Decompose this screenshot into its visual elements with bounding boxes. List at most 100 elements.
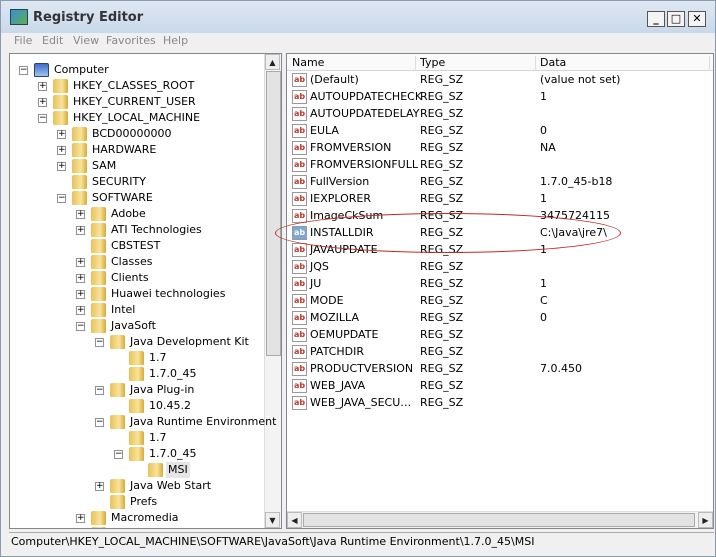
menu-edit[interactable]: Edit — [42, 34, 63, 47]
tree-item[interactable]: + HKEY_CURRENT_USER — [10, 94, 265, 110]
tree-item[interactable]: Prefs — [10, 494, 265, 510]
expand-icon[interactable]: + — [76, 226, 85, 235]
key-tree[interactable]: ▲ ▼ − Computer + HKEY_CLASSES_ROOT + HKEY_CUR… — [9, 53, 282, 529]
column-data[interactable]: Data — [540, 56, 710, 71]
value-row[interactable]: ab WEB_JAVA_SECU… REG_SZ — [287, 394, 713, 411]
values-list[interactable]: Name Type Data ◀ ▶ ab (Default) REG_SZ (… — [286, 53, 714, 529]
value-type: REG_SZ — [420, 379, 464, 392]
tree-item[interactable]: + HKEY_CLASSES_ROOT — [10, 78, 265, 94]
scrollbar-thumb[interactable] — [266, 71, 281, 356]
tree-item-label: 1.7 — [149, 351, 167, 364]
value-row[interactable]: ab AUTOUPDATECHECK REG_SZ 1 — [287, 88, 713, 105]
scroll-up-arrow-icon[interactable]: ▲ — [265, 54, 280, 70]
minimize-button[interactable]: _ — [647, 11, 665, 27]
list-horizontal-scrollbar[interactable]: ◀ ▶ — [287, 511, 713, 528]
tree-item[interactable]: − Java Runtime Environment — [10, 414, 276, 430]
tree-item[interactable]: − Java Development Kit — [10, 334, 265, 350]
value-row[interactable]: ab PATCHDIR REG_SZ — [287, 343, 713, 360]
tree-item[interactable]: + BCD00000000 — [10, 126, 265, 142]
value-row[interactable]: ab OEMUPDATE REG_SZ — [287, 326, 713, 343]
value-row[interactable]: ab JQS REG_SZ — [287, 258, 713, 275]
value-type: REG_SZ — [420, 294, 464, 307]
folder-icon — [110, 383, 125, 397]
collapse-icon[interactable]: − — [95, 386, 104, 395]
expand-icon[interactable]: + — [76, 274, 85, 283]
collapse-icon[interactable]: − — [76, 322, 85, 331]
tree-item[interactable]: − Computer — [10, 62, 265, 78]
maximize-button[interactable]: □ — [667, 11, 685, 27]
tree-item[interactable]: CBSTEST — [10, 238, 265, 254]
tree-item-label: Java Runtime Environment — [130, 415, 277, 428]
collapse-icon[interactable]: − — [95, 418, 104, 427]
collapse-icon[interactable]: − — [95, 338, 104, 347]
tree-item[interactable]: − 1.7.0_45 — [10, 446, 265, 462]
tree-item[interactable]: − JavaSoft — [10, 318, 265, 334]
tree-item[interactable]: 1.7 — [10, 430, 265, 446]
tree-item[interactable]: + SAM — [10, 158, 265, 174]
expand-icon[interactable]: + — [76, 258, 85, 267]
expand-icon[interactable]: + — [57, 146, 66, 155]
value-row[interactable]: ab FROMVERSION REG_SZ NA — [287, 139, 713, 156]
expand-icon[interactable]: + — [38, 82, 47, 91]
value-row[interactable]: ab EULA REG_SZ 0 — [287, 122, 713, 139]
close-button[interactable]: ✕ — [688, 11, 706, 27]
expand-icon[interactable]: + — [76, 290, 85, 299]
tree-item[interactable]: − HKEY_LOCAL_MACHINE — [10, 110, 265, 126]
collapse-icon[interactable]: − — [114, 450, 123, 459]
tree-item[interactable]: +Microsoft — [10, 526, 265, 528]
value-row[interactable]: ab IEXPLORER REG_SZ 1 — [287, 190, 713, 207]
tree-item[interactable]: SECURITY — [10, 174, 265, 190]
column-name[interactable]: Name — [292, 56, 416, 71]
expand-icon[interactable]: + — [95, 482, 104, 491]
expand-icon[interactable]: + — [76, 514, 85, 523]
tree-item[interactable]: + ATI Technologies — [10, 222, 265, 238]
value-row[interactable]: ab FROMVERSIONFULL REG_SZ — [287, 156, 713, 173]
menu-help[interactable]: Help — [163, 34, 188, 47]
tree-item[interactable]: + Intel — [10, 302, 265, 318]
value-row[interactable]: ab FullVersion REG_SZ 1.7.0_45-b18 — [287, 173, 713, 190]
scroll-left-arrow-icon[interactable]: ◀ — [287, 512, 302, 528]
tree-item[interactable]: 1.7 — [10, 350, 265, 366]
value-row[interactable]: ab JU REG_SZ 1 — [287, 275, 713, 292]
tree-item[interactable]: + Adobe — [10, 206, 265, 222]
tree-item[interactable]: + Macromedia — [10, 510, 265, 526]
menu-view[interactable]: View — [73, 34, 99, 47]
tree-item[interactable]: − SOFTWARE — [10, 190, 265, 206]
value-name: FROMVERSIONFULL — [310, 158, 418, 171]
collapse-icon[interactable]: − — [19, 66, 28, 75]
tree-item[interactable]: + HARDWARE — [10, 142, 265, 158]
tree-item-label: ATI Technologies — [111, 223, 202, 236]
expand-icon[interactable]: + — [57, 130, 66, 139]
collapse-icon[interactable]: − — [57, 194, 66, 203]
value-type: REG_SZ — [420, 311, 464, 324]
menu-file[interactable]: File — [14, 34, 32, 47]
expand-icon[interactable]: + — [76, 210, 85, 219]
value-row[interactable]: ab MODE REG_SZ C — [287, 292, 713, 309]
expand-icon[interactable]: + — [76, 306, 85, 315]
value-type: REG_SZ — [420, 362, 464, 375]
expand-icon[interactable]: + — [57, 162, 66, 171]
tree-item[interactable]: − Java Plug-in — [10, 382, 265, 398]
menu-favorites[interactable]: Favorites — [106, 34, 156, 47]
tree-item[interactable]: + Clients — [10, 270, 265, 286]
expand-icon[interactable]: + — [38, 98, 47, 107]
h-scrollbar-thumb[interactable] — [303, 513, 695, 527]
tree-item[interactable]: 10.45.2 — [10, 398, 265, 414]
value-name: OEMUPDATE — [310, 328, 379, 341]
scroll-down-arrow-icon[interactable]: ▼ — [265, 512, 280, 528]
folder-icon — [91, 287, 106, 301]
tree-item[interactable]: + Classes — [10, 254, 265, 270]
tree-vertical-scrollbar[interactable]: ▲ ▼ — [264, 54, 281, 528]
value-row[interactable]: ab AUTOUPDATEDELAY REG_SZ — [287, 105, 713, 122]
tree-item[interactable]: MSI — [10, 462, 265, 478]
value-row[interactable]: ab PRODUCTVERSION REG_SZ 7.0.450 — [287, 360, 713, 377]
collapse-icon[interactable]: − — [38, 114, 47, 123]
tree-item[interactable]: + Java Web Start — [10, 478, 265, 494]
tree-item[interactable]: + Huawei technologies — [10, 286, 265, 302]
value-row[interactable]: ab WEB_JAVA REG_SZ — [287, 377, 713, 394]
value-row[interactable]: ab (Default) REG_SZ (value not set) — [287, 71, 713, 88]
tree-item[interactable]: 1.7.0_45 — [10, 366, 265, 382]
value-row[interactable]: ab MOZILLA REG_SZ 0 — [287, 309, 713, 326]
scroll-right-arrow-icon[interactable]: ▶ — [698, 512, 713, 528]
column-type[interactable]: Type — [420, 56, 536, 71]
